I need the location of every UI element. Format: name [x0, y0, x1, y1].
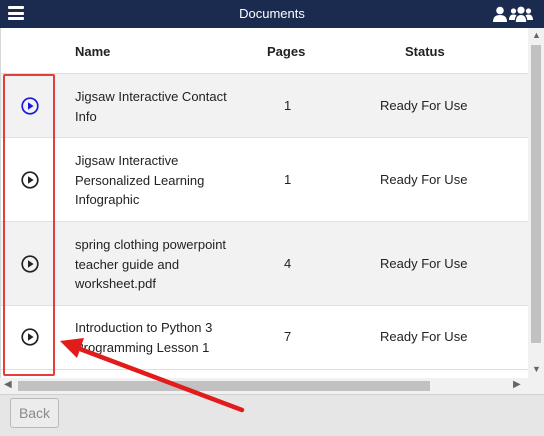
document-pages: 4: [284, 256, 292, 271]
document-status: Ready For Use: [380, 172, 468, 187]
table-row[interactable]: Introduction to Python 3 Programming Les…: [1, 306, 528, 370]
back-button[interactable]: Back: [10, 398, 59, 428]
scroll-right-arrow-icon[interactable]: ▶: [513, 379, 521, 390]
scroll-left-arrow-icon[interactable]: ◀: [4, 379, 12, 390]
document-name-line: Infographic: [75, 192, 140, 207]
document-name: Jigsaw Interactive Contact Info: [75, 87, 245, 126]
document-pages: 1: [284, 172, 292, 187]
users-group-icon[interactable]: [509, 6, 533, 22]
document-name-line: spring clothing powerpoint: [75, 237, 227, 252]
document-pages: 1: [284, 98, 292, 113]
vertical-scrollbar[interactable]: ▲ ▼: [528, 28, 544, 378]
document-name: Introduction to Python 3 Programming Les…: [75, 318, 245, 357]
column-header-name[interactable]: Name: [75, 44, 110, 59]
table-header: Name Pages Status: [1, 28, 528, 74]
document-pages: 7: [284, 329, 292, 344]
document-name-line: Info: [75, 108, 97, 124]
scroll-up-arrow-icon[interactable]: ▲: [532, 30, 541, 40]
document-name: spring clothing powerpoint teacher guide…: [75, 235, 245, 294]
document-name-line: Jigsaw Interactive: [75, 153, 179, 168]
column-header-pages[interactable]: Pages: [267, 44, 305, 59]
scrollbar-corner: [528, 378, 544, 394]
user-icon[interactable]: [493, 6, 507, 22]
document-name-line: Jigsaw Interactive Contact: [75, 89, 227, 104]
play-circle-icon[interactable]: [21, 97, 39, 115]
play-circle-icon[interactable]: [21, 328, 39, 346]
document-status: Ready For Use: [380, 256, 468, 271]
document-name-line: teacher guide and: [75, 256, 180, 272]
document-name-line: Programming Lesson 1: [75, 339, 210, 355]
play-circle-icon[interactable]: [21, 255, 39, 273]
table-row[interactable]: Jigsaw Interactive Personalized Learning…: [1, 138, 528, 222]
vertical-scroll-thumb[interactable]: [531, 45, 541, 343]
document-name: Jigsaw Interactive Personalized Learning…: [75, 151, 245, 210]
document-status: Ready For Use: [380, 329, 468, 344]
horizontal-scroll-thumb[interactable]: [18, 381, 430, 391]
document-name-line: worksheet.pdf: [75, 276, 156, 291]
documents-table: Name Pages Status Jigsaw Interactive Con…: [0, 28, 528, 378]
document-name-line: Personalized Learning: [75, 172, 205, 188]
table-row[interactable]: spring clothing powerpoint teacher guide…: [1, 222, 528, 306]
title-bar: Documents: [0, 0, 544, 28]
scroll-down-arrow-icon[interactable]: ▼: [532, 364, 541, 374]
document-status: Ready For Use: [380, 98, 468, 113]
play-circle-icon[interactable]: [21, 171, 39, 189]
page-title: Documents: [239, 6, 305, 21]
footer-bar: Back: [0, 394, 544, 436]
document-name-line: Introduction to Python 3: [75, 320, 213, 335]
table-row[interactable]: Jigsaw Interactive Contact Info 1 Ready …: [1, 74, 528, 138]
column-header-status[interactable]: Status: [405, 44, 445, 59]
horizontal-scrollbar[interactable]: ◀ ▶: [0, 378, 528, 394]
